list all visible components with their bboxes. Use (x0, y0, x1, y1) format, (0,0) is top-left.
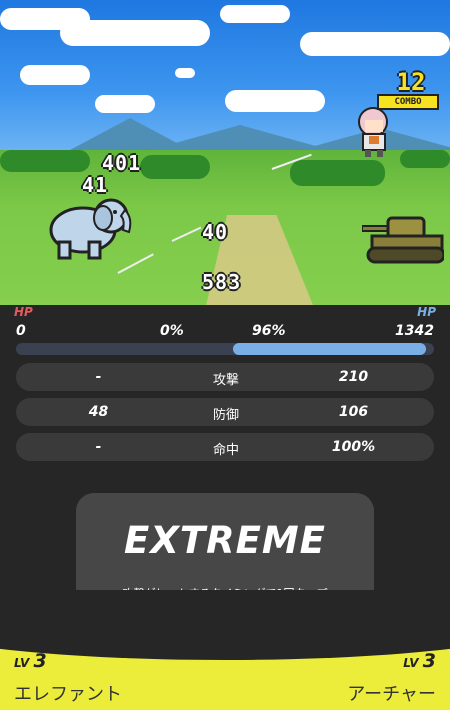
right-level: LV 3 (403, 650, 436, 672)
archer-sprite (358, 107, 388, 157)
damage-number: 41 (82, 173, 109, 197)
tank-sprite (362, 216, 444, 264)
level-value: 3 (33, 650, 47, 672)
stat-left-value: 48 (88, 404, 109, 420)
hp-value-right: 1342 (395, 323, 434, 339)
damage-number: 401 (102, 151, 142, 175)
hp-percent-left: 0% (160, 323, 184, 339)
stat-row-attack: - 攻撃 210 (16, 363, 434, 391)
hp-bar-fill-right (233, 343, 426, 355)
stat-label: 命中 (212, 443, 239, 458)
left-level: LV 3 (14, 650, 47, 672)
stat-row-defense: 48 防御 106 (16, 398, 434, 426)
action-title: EXTREME (124, 519, 326, 562)
level-label: LV (14, 656, 30, 670)
battle-scene: 401 41 40 583 12 COMBO (0, 0, 450, 305)
hp-bar (16, 343, 434, 355)
player-footer: LV 3 LV 3 エレファント アーチャー (0, 590, 450, 710)
elephant-sprite (49, 198, 132, 260)
damage-number: 40 (202, 220, 229, 244)
stat-right-value: 210 (338, 369, 369, 385)
level-label: LV (403, 656, 419, 670)
level-value: 3 (422, 650, 436, 672)
combo-count: 12 (396, 68, 426, 96)
damage-number: 583 (202, 270, 242, 294)
hp-label-right: HP (417, 305, 436, 319)
stat-left-value: - (95, 369, 102, 385)
stat-label: 防御 (212, 408, 239, 423)
stat-left-value: - (95, 439, 102, 455)
stats-panel: HP HP 0 0% 96% 1342 - 攻撃 210 48 防御 106 -… (0, 305, 450, 635)
hp-percent-right: 96% (252, 323, 286, 339)
battle-screen: 401 41 40 583 12 COMBO HP HP 0 0% 96% 13… (0, 0, 450, 710)
left-fighter-name: エレファント (14, 684, 122, 705)
hp-label-left: HP (14, 305, 33, 319)
hp-value-left: 0 (16, 323, 26, 339)
stat-right-value: 100% (331, 439, 376, 455)
stat-label: 攻撃 (212, 373, 239, 388)
stat-right-value: 106 (338, 404, 369, 420)
right-fighter-name: アーチャー (347, 684, 436, 705)
combo-label: COMBO (377, 94, 439, 110)
stat-row-accuracy: - 命中 100% (16, 433, 434, 461)
